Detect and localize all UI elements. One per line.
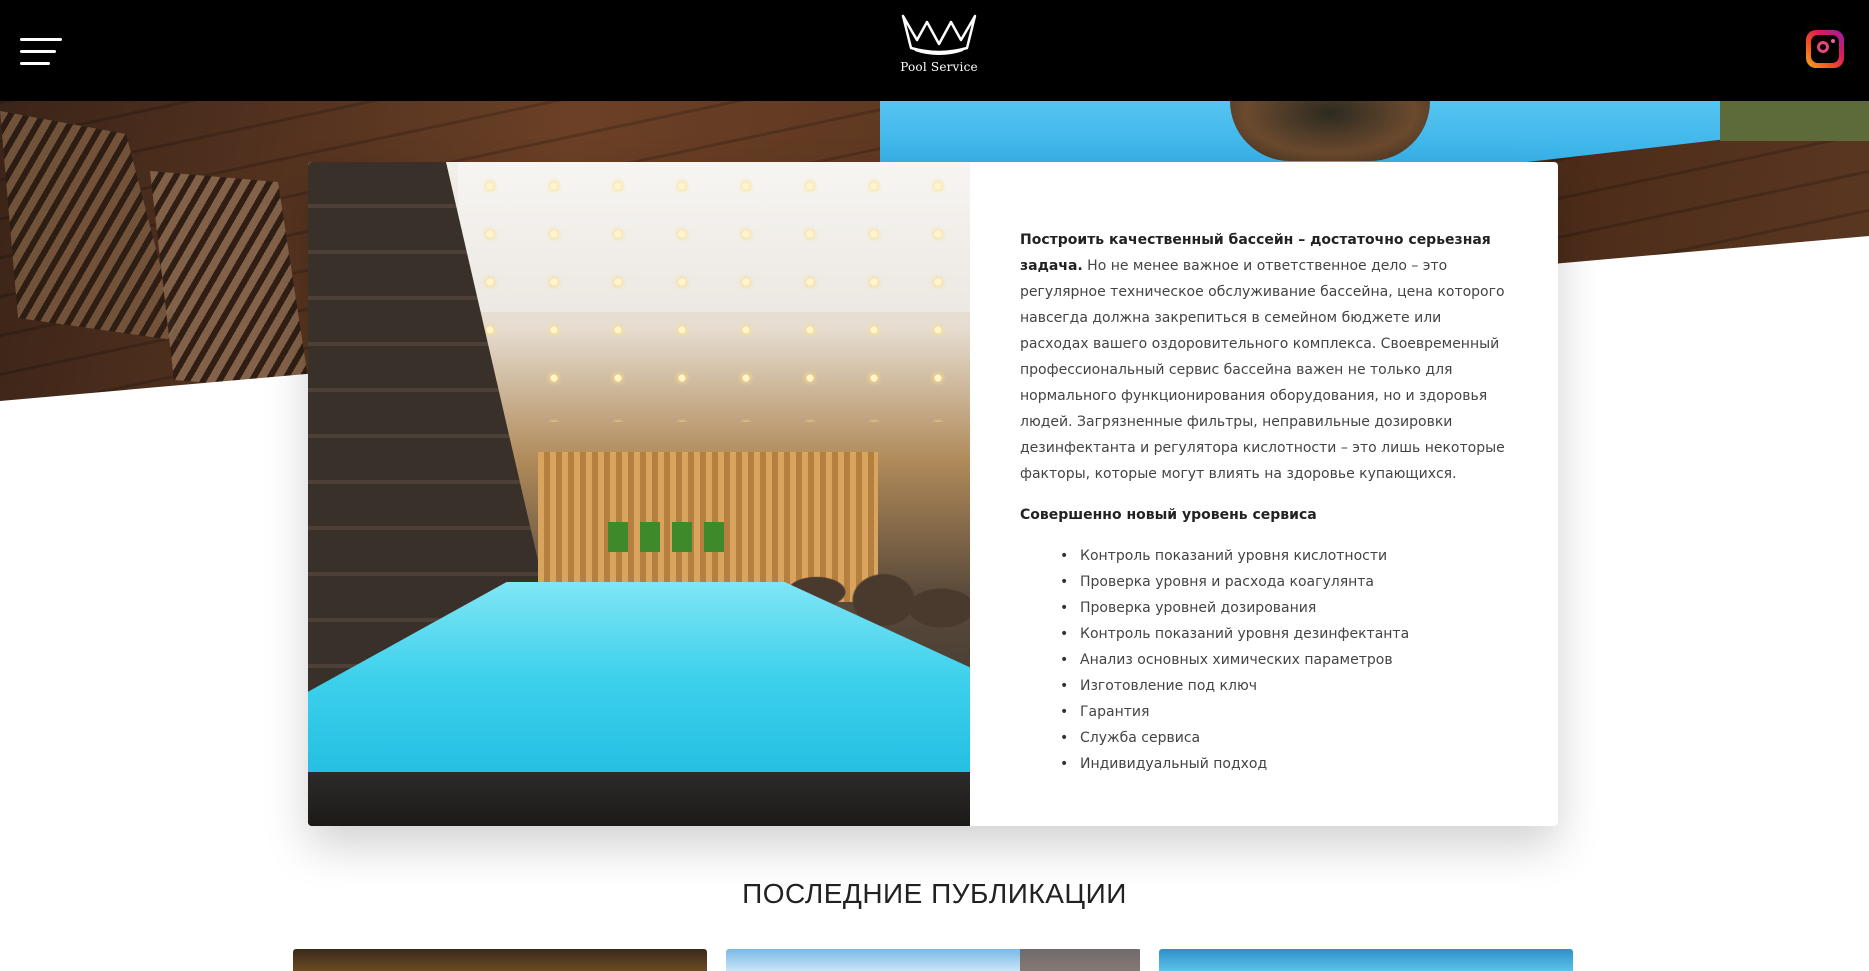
service-item: Изготовление под ключ	[1060, 673, 1512, 699]
services-heading: Совершенно новый уровень сервиса	[1020, 507, 1317, 523]
service-item: Контроль показаний уровня дезинфектанта	[1060, 621, 1512, 647]
services-list: Контроль показаний уровня кислотности Пр…	[1020, 543, 1512, 777]
publications-title: ПОСЛЕДНИЕ ПУБЛИКАЦИИ	[742, 878, 1127, 909]
service-item: Контроль показаний уровня кислотности	[1060, 543, 1512, 569]
service-item: Индивидуальный подход	[1060, 751, 1512, 777]
intro-paragraph: Построить качественный бассейн – достато…	[1020, 227, 1512, 487]
hamburger-menu-icon[interactable]	[20, 38, 62, 66]
service-item: Проверка уровня и расхода коагулянта	[1060, 569, 1512, 595]
site-header: Pool Service	[0, 0, 1869, 101]
intro-rest: Но не менее важное и ответственное дело …	[1020, 258, 1505, 482]
about-text: Построить качественный бассейн – достато…	[1020, 227, 1512, 777]
service-item: Проверка уровней дозирования	[1060, 595, 1512, 621]
service-item: Гарантия	[1060, 699, 1512, 725]
about-card: Построить качественный бассейн – достато…	[308, 162, 1558, 826]
service-item: Анализ основных химических параметров	[1060, 647, 1512, 673]
logo-text: Pool Service	[900, 60, 978, 74]
publication-card-thumbnail[interactable]	[726, 949, 1140, 971]
publication-card-thumbnail[interactable]	[1159, 949, 1573, 971]
publication-card-thumbnail[interactable]	[293, 949, 707, 971]
site-logo[interactable]: Pool Service	[896, 10, 982, 80]
crown-icon	[901, 14, 977, 55]
indoor-pool-photo	[308, 162, 970, 826]
service-item: Служба сервиса	[1060, 725, 1512, 751]
instagram-icon[interactable]	[1806, 30, 1844, 68]
